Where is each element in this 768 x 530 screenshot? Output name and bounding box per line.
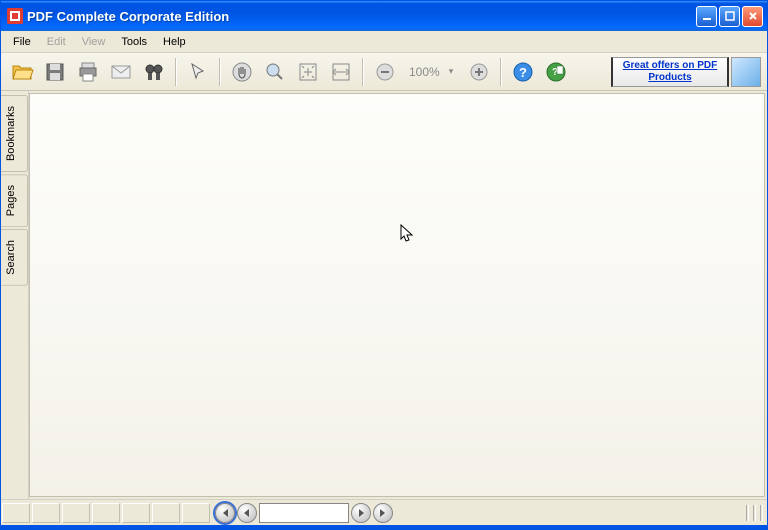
titlebar: PDF Complete Corporate Edition [1, 1, 767, 31]
svg-text:?: ? [519, 65, 527, 80]
menu-file[interactable]: File [5, 34, 39, 50]
menu-view: View [74, 34, 114, 50]
window-controls [696, 6, 763, 27]
sidebar: Bookmarks Pages Search [1, 91, 29, 499]
save-button[interactable] [40, 57, 70, 87]
zoom-dropdown[interactable]: ▾ [449, 66, 461, 77]
body-area: Bookmarks Pages Search [1, 91, 767, 499]
menu-tools[interactable]: Tools [113, 34, 155, 50]
status-cell [122, 503, 150, 523]
menubar: File Edit View Tools Help [1, 31, 767, 53]
help-button[interactable]: ? [508, 57, 538, 87]
zoom-out-button[interactable] [370, 57, 400, 87]
status-cell [92, 503, 120, 523]
last-page-button[interactable] [373, 503, 393, 523]
sidebar-tab-bookmarks[interactable]: Bookmarks [1, 95, 28, 172]
status-cell [32, 503, 60, 523]
menu-help[interactable]: Help [155, 34, 194, 50]
fit-width-button[interactable] [326, 57, 356, 87]
zoom-tool-button[interactable] [260, 57, 290, 87]
toolbar-separator [219, 58, 221, 86]
open-button[interactable] [7, 57, 37, 87]
find-button[interactable] [139, 57, 169, 87]
document-viewport[interactable] [29, 93, 765, 497]
page-nav [215, 503, 393, 523]
promo-image [731, 57, 761, 87]
menu-edit: Edit [39, 34, 74, 50]
toolbar-separator [175, 58, 177, 86]
app-window: PDF Complete Corporate Edition File Edit… [0, 0, 768, 530]
first-page-button[interactable] [215, 503, 235, 523]
statusbar [1, 499, 767, 525]
window-bottom-border [1, 525, 767, 529]
sidebar-tab-search[interactable]: Search [1, 229, 28, 286]
promo-link[interactable]: Great offers on PDF Products [611, 57, 729, 87]
about-button[interactable]: ? [541, 57, 571, 87]
toolbar-separator [500, 58, 502, 86]
select-tool-button[interactable] [183, 57, 213, 87]
status-grips [746, 505, 767, 521]
fit-page-button[interactable] [293, 57, 323, 87]
toolbar: 100% ▾ ? ? Great offers on PDF Products [1, 53, 767, 91]
close-button[interactable] [742, 6, 763, 27]
status-cell [2, 503, 30, 523]
print-button[interactable] [73, 57, 103, 87]
minimize-button[interactable] [696, 6, 717, 27]
window-title: PDF Complete Corporate Edition [27, 9, 696, 24]
hand-tool-button[interactable] [227, 57, 257, 87]
maximize-button[interactable] [719, 6, 740, 27]
toolbar-separator [362, 58, 364, 86]
status-cell [182, 503, 210, 523]
mail-button[interactable] [106, 57, 136, 87]
zoom-in-button[interactable] [464, 57, 494, 87]
sidebar-tab-pages[interactable]: Pages [1, 174, 28, 227]
page-number-input[interactable] [259, 503, 349, 523]
next-page-button[interactable] [351, 503, 371, 523]
cursor-icon [400, 224, 416, 244]
status-cell [152, 503, 180, 523]
promo-text: Great offers on PDF Products [617, 60, 723, 84]
app-icon [7, 8, 23, 24]
prev-page-button[interactable] [237, 503, 257, 523]
zoom-level-label: 100% [403, 65, 446, 79]
status-cell [62, 503, 90, 523]
